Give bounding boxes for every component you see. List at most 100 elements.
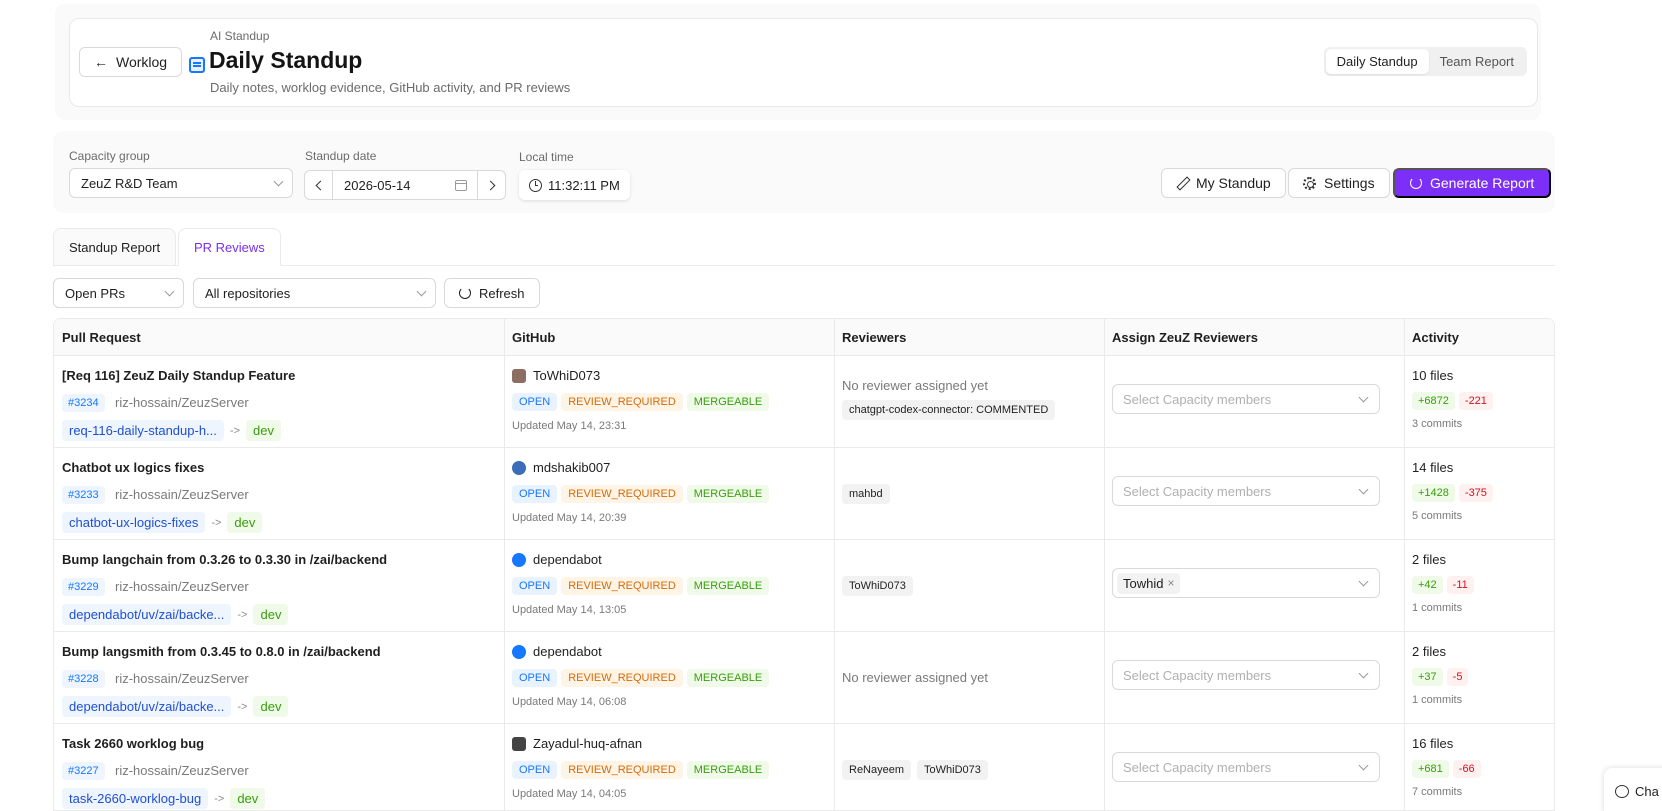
target-branch: dev — [253, 604, 289, 625]
back-button-label: Worklog — [116, 54, 168, 70]
pr-author[interactable]: dependabot — [512, 644, 602, 659]
pr-title[interactable]: Bump langchain from 0.3.26 to 0.3.30 in … — [62, 552, 387, 567]
deletions-badge: -66 — [1452, 760, 1481, 778]
tab-pr-reviews[interactable]: PR Reviews — [178, 228, 281, 266]
github-cell: ToWhiD073 OPEN REVIEW_REQUIRED MERGEABLE Upd… — [504, 356, 834, 448]
reviewers-cell: No reviewer assigned yet chatgpt-codex-co… — [834, 356, 1104, 448]
pr-title[interactable]: [Req 116] ZeuZ Daily Standup Feature — [62, 368, 295, 383]
next-day-button[interactable] — [477, 171, 505, 199]
pr-updated-time: Updated May 14, 06:08 — [512, 696, 627, 708]
local-time-display: 11:32:11 PM — [519, 170, 630, 200]
date-input[interactable]: 2026-05-14 — [333, 171, 477, 199]
branch-arrow: -> — [229, 424, 240, 437]
activity-cell: 10 files +6872 -221 3 commits — [1404, 356, 1554, 448]
assigned-reviewer-tag: Towhid × — [1117, 572, 1181, 594]
status-badge-mergeable: MERGEABLE — [686, 393, 770, 411]
files-changed: 2 files — [1412, 552, 1446, 567]
pr-number-badge[interactable]: #3228 — [62, 670, 105, 688]
my-standup-button[interactable]: My Standup — [1161, 168, 1286, 198]
pr-author[interactable]: ToWhiD073 — [512, 368, 600, 383]
author-name: dependabot — [533, 644, 602, 659]
pr-repository: riz-hossain/ZeuzServer — [115, 487, 249, 502]
table-row: Bump langsmith from 0.3.45 to 0.8.0 in /… — [54, 632, 1554, 724]
assign-reviewers-select[interactable]: Select Capacity members — [1112, 752, 1380, 782]
additions-badge: +37 — [1412, 668, 1443, 686]
refresh-button[interactable]: Refresh — [444, 278, 540, 308]
view-daily-standup[interactable]: Daily Standup — [1325, 49, 1429, 74]
back-to-worklog-button[interactable]: ← Worklog — [79, 47, 183, 77]
pr-repository: riz-hossain/ZeuzServer — [115, 671, 249, 686]
commit-count: 7 commits — [1412, 786, 1463, 798]
additions-badge: +1428 — [1412, 484, 1455, 502]
assign-reviewers-select[interactable]: Towhid × — [1112, 568, 1380, 598]
reviewers-cell: ToWhiD073 — [834, 540, 1104, 632]
pr-number-badge[interactable]: #3227 — [62, 762, 105, 780]
pull-request-cell: Chatbot ux logics fixes #3233 riz-hossain/… — [54, 448, 504, 540]
tab-standup-report[interactable]: Standup Report — [53, 228, 177, 266]
pull-request-cell: Task 2660 worklog bug #3227 riz-hossain/Ze… — [54, 724, 504, 810]
assign-reviewers-select[interactable]: Select Capacity members — [1112, 476, 1380, 506]
chevron-down-icon — [1358, 760, 1369, 771]
source-branch[interactable]: task-2660-worklog-bug — [62, 788, 209, 809]
previous-day-button[interactable] — [305, 171, 333, 199]
pr-author[interactable]: Zayadul-huq-afnan — [512, 736, 642, 751]
status-badge-open: OPEN — [512, 485, 558, 503]
status-badge-open: OPEN — [512, 669, 558, 687]
pr-number-badge[interactable]: #3234 — [62, 394, 105, 412]
repository-select[interactable]: All repositories — [193, 278, 436, 308]
activity-cell: 16 files +681 -66 7 commits — [1404, 724, 1554, 810]
capacity-group-select[interactable]: ZeuZ R&D Team — [69, 168, 293, 198]
pr-number-badge[interactable]: #3229 — [62, 578, 105, 596]
assign-reviewers-select[interactable]: Select Capacity members — [1112, 384, 1380, 414]
commit-count: 5 commits — [1412, 510, 1463, 522]
column-header-github: GitHub — [512, 330, 556, 345]
status-badge-open: OPEN — [512, 761, 558, 779]
deletions-badge: -375 — [1458, 484, 1493, 502]
pull-request-cell: [Req 116] ZeuZ Daily Standup Feature #323… — [54, 356, 504, 448]
pr-title[interactable]: Task 2660 worklog bug — [62, 736, 204, 751]
chevron-down-icon — [273, 176, 284, 187]
reviewer-list: mahbd — [842, 484, 890, 504]
pr-title[interactable]: Chatbot ux logics fixes — [62, 460, 204, 475]
close-icon[interactable]: × — [1167, 576, 1174, 590]
assign-reviewers-select[interactable]: Select Capacity members — [1112, 660, 1380, 690]
arrow-left-icon: ← — [94, 54, 108, 70]
pr-number-badge[interactable]: #3233 — [62, 486, 105, 504]
standup-date-label: Standup date — [305, 149, 377, 163]
reviewer-list: ToWhiD073 — [842, 576, 913, 596]
author-name: ToWhiD073 — [533, 368, 601, 383]
github-cell: dependabot OPEN REVIEW_REQUIRED MERGEABLE Up… — [504, 632, 834, 724]
page-eyebrow: AI Standup — [210, 29, 270, 43]
page-subtitle: Daily notes, worklog evidence, GitHub ac… — [210, 80, 571, 95]
source-branch[interactable]: req-116-daily-standup-h... — [62, 420, 224, 441]
branch-line: dependabot/uv/zai/backe... -> dev — [62, 696, 289, 717]
source-branch[interactable]: dependabot/uv/zai/backe... — [62, 604, 232, 625]
settings-button[interactable]: Settings — [1288, 168, 1390, 198]
chevron-left-icon — [315, 180, 325, 190]
generate-report-button[interactable]: Generate Report — [1393, 168, 1552, 198]
author-name: mdshakib007 — [533, 460, 611, 475]
report-tabs: Standup Report PR Reviews — [53, 228, 1555, 266]
assign-placeholder: Select Capacity members — [1123, 391, 1272, 407]
generate-report-label: Generate Report — [1430, 175, 1535, 191]
assign-reviewers-cell: Towhid × — [1104, 540, 1404, 632]
status-badge-mergeable: MERGEABLE — [686, 669, 770, 687]
source-branch[interactable]: dependabot/uv/zai/backe... — [62, 696, 232, 717]
status-badge-review-required: REVIEW_REQUIRED — [561, 485, 683, 503]
pr-title[interactable]: Bump langsmith from 0.3.45 to 0.8.0 in /… — [62, 644, 381, 659]
chat-button[interactable]: Cha — [1604, 768, 1662, 811]
pr-updated-time: Updated May 14, 23:31 — [512, 420, 627, 432]
refresh-icon — [1410, 177, 1422, 189]
pr-author[interactable]: dependabot — [512, 552, 602, 567]
view-team-report[interactable]: Team Report — [1429, 49, 1525, 74]
author-name: Zayadul-huq-afnan — [533, 736, 643, 751]
reviewer-chip: chatgpt-codex-connector: COMMENTED — [842, 400, 1056, 420]
pr-state-value: Open PRs — [65, 285, 125, 301]
pencil-icon — [1176, 177, 1188, 189]
pull-request-cell: Bump langsmith from 0.3.45 to 0.8.0 in /… — [54, 632, 504, 724]
pr-author[interactable]: mdshakib007 — [512, 460, 610, 475]
source-branch[interactable]: chatbot-ux-logics-fixes — [62, 512, 206, 533]
column-header-reviewers: Reviewers — [842, 330, 907, 345]
pr-state-select[interactable]: Open PRs — [53, 278, 184, 308]
clock-icon — [529, 178, 542, 192]
